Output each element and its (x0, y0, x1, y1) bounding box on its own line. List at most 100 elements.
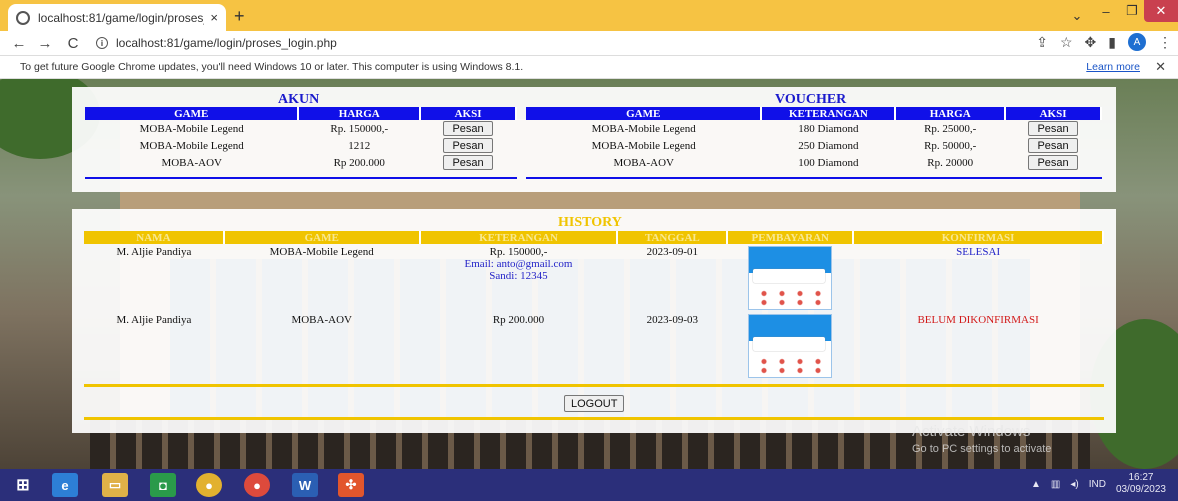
akun-title: AKUN (278, 92, 320, 107)
akun-game: MOBA-Mobile Legend (139, 139, 244, 152)
language-indicator[interactable]: IND (1089, 479, 1106, 490)
history-header-row: NAMA GAME KETERANGAN TANGGAL PEMBAYARAN … (84, 231, 1104, 244)
site-info-icon[interactable]: i (96, 37, 108, 49)
table-row: MOBA-Mobile Legend Rp. 150000,- Pesan (85, 120, 516, 137)
infobar-close-icon[interactable]: ✕ (1155, 59, 1166, 75)
payment-proof-image[interactable] (748, 314, 833, 378)
word-icon[interactable]: W (292, 473, 318, 497)
bookmark-star-icon[interactable]: ☆ (1060, 34, 1073, 51)
xampp-icon[interactable]: ✣ (338, 473, 364, 497)
voucher-harga: Rp. 25000,- (924, 122, 977, 135)
store-icon[interactable]: ◘ (150, 473, 176, 497)
share-icon[interactable]: ⇪ (1036, 34, 1048, 51)
table-row: MOBA-AOV Rp 200.000 Pesan (85, 154, 516, 171)
reload-icon[interactable]: C (62, 35, 84, 52)
browser-tab[interactable]: localhost:81/game/login/proses_ × (8, 4, 226, 31)
file-explorer-icon[interactable]: ▭ (102, 473, 128, 497)
tray-arrow-icon[interactable]: ▲ (1031, 479, 1041, 490)
globe-icon (16, 10, 30, 25)
pesan-button[interactable]: Pesan (443, 155, 493, 170)
clock[interactable]: 16:27 03/09/2023 (1116, 472, 1166, 496)
akun-header-harga: HARGA (298, 107, 422, 120)
back-arrow-icon[interactable]: ← (8, 35, 30, 52)
status-badge: SELESAI (956, 246, 1001, 258)
akun-table: GAME HARGA AKSI MOBA-Mobile Legend Rp. 1… (85, 107, 517, 171)
windows-start-icon[interactable]: ⊞ (10, 473, 36, 497)
voucher-header-harga: HARGA (895, 107, 1007, 120)
voucher-keterangan: 250 Diamond (798, 139, 859, 152)
infobar-message: To get future Google Chrome updates, you… (20, 61, 524, 73)
address-bar[interactable]: i localhost:81/game/login/proses_login.p… (96, 36, 337, 50)
clock-time: 16:27 (1128, 472, 1154, 483)
pesan-button[interactable]: Pesan (1028, 121, 1078, 136)
history-nama: M. Aljie Pandiya (116, 314, 192, 326)
page-viewport: AKUN VOUCHER GAME HARGA AKSI MOBA-Mobile… (0, 79, 1178, 469)
voucher-game: MOBA-Mobile Legend (591, 139, 696, 152)
chrome-canary-icon[interactable]: ● (196, 473, 222, 497)
akun-game: MOBA-Mobile Legend (139, 122, 244, 135)
logout-button[interactable]: LOGOUT (564, 395, 625, 412)
payment-proof-image[interactable] (748, 246, 833, 310)
side-panel-icon[interactable]: ▮ (1108, 34, 1116, 51)
internet-explorer-icon[interactable]: e (52, 473, 78, 497)
table-row: MOBA-Mobile Legend 180 Diamond Rp. 25000… (526, 120, 1101, 137)
voucher-table: GAME KETERANGAN HARGA AKSI MOBA-Mobile L… (526, 107, 1102, 171)
toolbar-icons: ⇪ ☆ ✥ ▮ A ⋮ (1036, 33, 1172, 51)
akun-harga: Rp 200.000 (333, 156, 385, 169)
voucher-game: MOBA-Mobile Legend (591, 122, 696, 135)
akun-aksi: Pesan (420, 154, 516, 171)
voucher-header-aksi: AKSI (1005, 107, 1102, 120)
history-header-tanggal: TANGGAL (617, 231, 729, 244)
voucher-aksi: Pesan (1005, 154, 1101, 171)
extensions-icon[interactable]: ✥ (1085, 34, 1097, 51)
pesan-button[interactable]: Pesan (1028, 138, 1078, 153)
forward-arrow-icon[interactable]: → (34, 35, 56, 52)
history-title: HISTORY (558, 215, 622, 230)
voucher-keterangan: 100 Diamond (798, 156, 859, 169)
history-nama: M. Aljie Pandiya (116, 246, 192, 258)
tab-search-icon[interactable]: ⌄ (1066, 5, 1088, 27)
clock-date: 03/09/2023 (1115, 484, 1166, 495)
pesan-button[interactable]: Pesan (443, 121, 493, 136)
akun-harga: Rp. 150000,- (330, 122, 389, 135)
chrome-icon[interactable]: ● (244, 473, 270, 497)
minimize-button[interactable]: – (1092, 0, 1120, 22)
payment-proof-card (753, 269, 826, 283)
maximize-button[interactable]: ❐ (1120, 0, 1144, 22)
akun-game: MOBA-AOV (161, 156, 222, 169)
network-icon[interactable]: ▥ (1051, 479, 1060, 490)
table-row: M. Aljie Pandiya MOBA-Mobile Legend Rp. … (84, 244, 1103, 312)
table-row: MOBA-Mobile Legend 250 Diamond Rp. 50000… (526, 137, 1101, 154)
akun-harga: 1212 (348, 139, 371, 152)
keterangan-price: Rp. 150000,- (489, 246, 548, 258)
history-pembayaran (727, 312, 853, 380)
pesan-button[interactable]: Pesan (443, 138, 493, 153)
history-bottom-divider (84, 417, 1104, 420)
pesan-button[interactable]: Pesan (1028, 155, 1078, 170)
history-pembayaran (727, 244, 853, 312)
payment-proof-card (753, 337, 826, 351)
status-badge: BELUM DIKONFIRMASI (917, 314, 1039, 326)
menu-icon[interactable]: ⋮ (1158, 34, 1172, 51)
history-table: NAMA GAME KETERANGAN TANGGAL PEMBAYARAN … (84, 231, 1104, 380)
profile-avatar[interactable]: A (1128, 33, 1146, 51)
products-panel: AKUN VOUCHER GAME HARGA AKSI MOBA-Mobile… (72, 87, 1116, 192)
history-tanggal: 2023-09-03 (646, 314, 698, 326)
voucher-title: VOUCHER (775, 92, 847, 107)
keterangan-price: Rp 200.000 (492, 314, 545, 326)
browser-toolbar: ← → C i localhost:81/game/login/proses_l… (0, 31, 1178, 55)
keterangan-password: Sandi: 12345 (489, 270, 548, 282)
close-window-button[interactable]: ✕ (1144, 0, 1178, 22)
volume-icon[interactable]: ◂) (1070, 479, 1078, 490)
table-row: MOBA-Mobile Legend 1212 Pesan (85, 137, 516, 154)
system-tray: ▲ ▥ ◂) IND 16:27 03/09/2023 (1031, 472, 1166, 496)
new-tab-button[interactable]: + (234, 6, 245, 27)
akun-header-aksi: AKSI (420, 107, 517, 120)
voucher-keterangan: 180 Diamond (798, 122, 859, 135)
history-top-divider (84, 384, 1104, 387)
tab-close-icon[interactable]: × (210, 10, 218, 25)
learn-more-link[interactable]: Learn more (1086, 61, 1140, 73)
table-row: MOBA-AOV 100 Diamond Rp. 20000 Pesan (526, 154, 1101, 171)
history-game: MOBA-Mobile Legend (269, 246, 374, 258)
voucher-divider (526, 177, 1102, 179)
